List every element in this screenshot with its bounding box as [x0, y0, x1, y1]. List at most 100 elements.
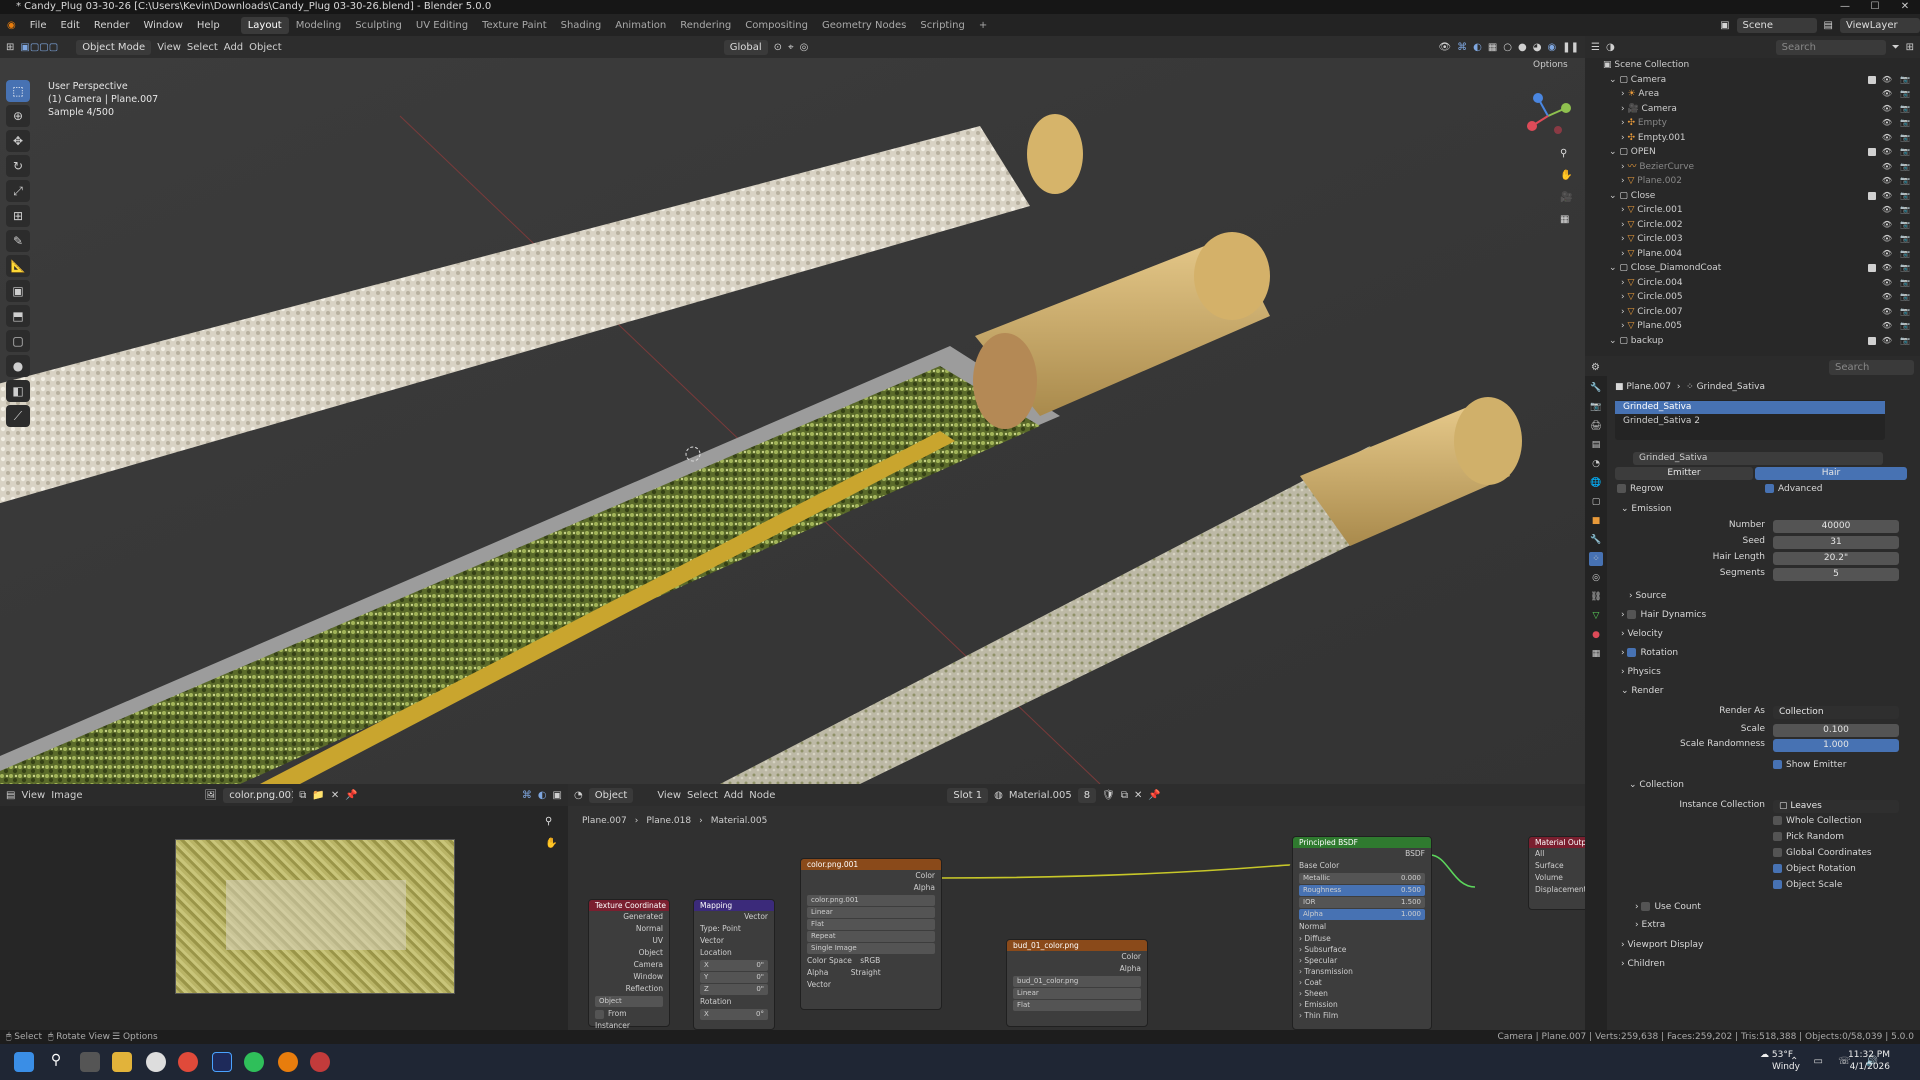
whatsapp-icon[interactable]	[244, 1052, 264, 1072]
image-name-field[interactable]: color.png.001	[223, 787, 294, 803]
outliner[interactable]: ☰ ◑ Search ⏷ ⊞ ▣ Scene Collection ⌄ ▢ Ca…	[1585, 36, 1920, 356]
windows-start-icon[interactable]	[14, 1052, 34, 1072]
render-toggle-icon[interactable]: 📷	[1900, 116, 1910, 131]
instance-collection-field[interactable]: ▢ Leaves	[1773, 800, 1899, 813]
render-as-dropdown[interactable]: Collection	[1773, 706, 1899, 719]
output-tab-icon[interactable]: 🖨	[1589, 419, 1603, 433]
expand-arrow-icon[interactable]: ⌄	[1609, 336, 1619, 346]
modifier-tab-icon[interactable]: 🔧	[1589, 533, 1603, 547]
color-tex-colorspace[interactable]: Color Space sRGB	[801, 955, 941, 967]
source-panel[interactable]: › Source	[1629, 591, 1666, 601]
from-instancer-checkbox[interactable]: From Instancer	[589, 1008, 669, 1030]
collection-tab-icon[interactable]: ▢	[1589, 495, 1603, 509]
3d-viewport[interactable]: ⊞ ▣▢▢▢ Object Mode View Select Add Objec…	[0, 36, 1585, 784]
outliner-object[interactable]: › ▽ Circle.007 👁 📷	[1585, 305, 1920, 320]
outliner-object[interactable]: › ▽ Circle.001 👁 📷	[1585, 203, 1920, 218]
collection-exclude-checkbox[interactable]	[1868, 191, 1876, 200]
bud-tex-proj[interactable]: Flat	[1013, 1000, 1141, 1011]
extrude-tool-icon[interactable]: ⬒	[6, 305, 30, 327]
bsdf-ior[interactable]: IOR 1.500	[1299, 897, 1425, 908]
blender-logo-icon[interactable]: ◉	[0, 20, 23, 31]
show-emitter-checkbox[interactable]: Show Emitter	[1773, 760, 1846, 770]
properties-editor[interactable]: ⚙ Search 🔧 📷 🖨 ▤ ◔ 🌐 ▢ ■ 🔧 ⁘ ◎ ⛓ ▽ ● ▦ ■…	[1585, 356, 1920, 1030]
velocity-panel[interactable]: › Velocity	[1621, 629, 1663, 639]
bsdf-panel-transmission[interactable]: › Transmission	[1293, 966, 1431, 977]
rotate-tool-icon[interactable]: ↻	[6, 155, 30, 177]
type-hair-button[interactable]: Hair	[1755, 467, 1907, 480]
menu-edit[interactable]: Edit	[53, 20, 86, 31]
color-tex-ext[interactable]: Repeat	[807, 931, 935, 942]
visibility-eye-icon[interactable]: 👁	[1882, 116, 1892, 131]
add-cube-tool-icon[interactable]: ▣	[6, 280, 30, 302]
world-tab-icon[interactable]: 🌐	[1589, 476, 1603, 490]
viewport-options-button[interactable]: Options	[1533, 60, 1568, 70]
node-material-output[interactable]: Material Output All Surface Volume Displ…	[1528, 836, 1585, 910]
pan-hand-icon[interactable]: ✋	[1560, 170, 1572, 181]
visibility-eye-icon[interactable]: 👁	[1882, 102, 1892, 117]
bsdf-panel-sheen[interactable]: › Sheen	[1293, 988, 1431, 999]
render-toggle-icon[interactable]: 📷	[1900, 203, 1910, 218]
workspace-tab-shading[interactable]: Shading	[554, 17, 609, 34]
loc-y[interactable]: Y 0"	[700, 972, 768, 983]
scale-tool-icon[interactable]: ⤢	[6, 180, 30, 202]
workspace-tab-sculpting[interactable]: Sculpting	[348, 17, 409, 34]
visibility-eye-icon[interactable]: 👁	[1882, 145, 1892, 160]
minimize-icon[interactable]: —	[1830, 0, 1860, 14]
node-principled-bsdf[interactable]: Principled BSDF BSDF Base Color Metallic…	[1292, 836, 1432, 1030]
chrome-icon[interactable]	[178, 1052, 198, 1072]
outliner-collection[interactable]: ⌄ ▢ Camera 👁 📷	[1585, 73, 1920, 88]
app-icon[interactable]	[310, 1052, 330, 1072]
outliner-object[interactable]: › ▽ Plane.002 👁 📷	[1585, 174, 1920, 189]
children-panel[interactable]: › Children	[1621, 959, 1665, 969]
outliner-object[interactable]: › ▽ Plane.004 👁 📷	[1585, 247, 1920, 262]
blender-icon[interactable]	[278, 1052, 298, 1072]
render-toggle-icon[interactable]: 📷	[1900, 189, 1910, 204]
smooth-tool-icon[interactable]: ●	[6, 355, 30, 377]
expand-arrow-icon[interactable]: ⌄	[1609, 147, 1619, 157]
menu-render[interactable]: Render	[87, 20, 137, 31]
properties-search[interactable]: Search	[1829, 359, 1914, 375]
collection-subpanel-header[interactable]: ⌄ Collection	[1629, 780, 1684, 790]
image-browse-icon[interactable]: 🖼	[205, 790, 218, 801]
scale-randomness-field[interactable]: 1.000	[1773, 739, 1899, 752]
scene-tab-icon[interactable]: ◔	[1589, 457, 1603, 471]
loc-z[interactable]: Z 0"	[700, 984, 768, 995]
inset-tool-icon[interactable]: ▢	[6, 330, 30, 352]
rot-x[interactable]: X 0°	[700, 1009, 768, 1020]
visibility-eye-icon[interactable]: 👁	[1882, 131, 1892, 146]
file-explorer-icon[interactable]	[112, 1052, 132, 1072]
render-toggle-icon[interactable]: 📷	[1900, 87, 1910, 102]
camera-view-icon[interactable]: 🎥	[1560, 192, 1572, 203]
color-tex-proj[interactable]: Flat	[807, 919, 935, 930]
task-view-icon[interactable]	[80, 1052, 100, 1072]
object-tab-icon[interactable]: ■	[1589, 514, 1603, 528]
outliner-collection[interactable]: ⌄ ▢ Close_DiamondCoat 👁 📷	[1585, 261, 1920, 276]
mapping-type[interactable]: Type: Point	[694, 923, 774, 935]
outliner-object[interactable]: › ✣ Empty 👁 📷	[1585, 116, 1920, 131]
physics-panel[interactable]: › Physics	[1621, 667, 1661, 677]
render-toggle-icon[interactable]: 📷	[1900, 218, 1910, 233]
scene-selector[interactable]: Scene	[1736, 17, 1817, 33]
node-image-texture-bud[interactable]: bud_01_color.png Color Alpha bud_01_colo…	[1006, 939, 1148, 1027]
image-new-icon[interactable]: ⧉	[299, 790, 306, 801]
knife-tool-icon[interactable]: ⟋	[6, 405, 30, 427]
image-unlink-icon[interactable]: ✕	[331, 790, 339, 801]
render-toggle-icon[interactable]: 📷	[1900, 334, 1910, 349]
outliner-object[interactable]: › ▽ Circle.003 👁 📷	[1585, 232, 1920, 247]
view-layer-selector[interactable]: ViewLayer	[1840, 17, 1920, 33]
ortho-grid-icon[interactable]: ▦	[1560, 214, 1569, 225]
whole-collection-checkbox[interactable]: Whole Collection	[1773, 816, 1862, 826]
image-zoom-icon[interactable]: ⚲	[545, 816, 552, 827]
particle-system-item[interactable]: Grinded_Sativa 2	[1615, 415, 1885, 428]
bsdf-metallic[interactable]: Metallic 0.000	[1299, 873, 1425, 884]
outliner-collection[interactable]: ⌄ ▢ backup 👁 📷	[1585, 334, 1920, 349]
node-texture-coordinate[interactable]: Texture Coordinate Generated Normal UV O…	[588, 899, 670, 1030]
advanced-checkbox[interactable]: Advanced	[1765, 484, 1822, 494]
viewport-display-panel[interactable]: › Viewport Display	[1621, 940, 1703, 950]
workspace-tab-texture-paint[interactable]: Texture Paint	[475, 17, 554, 34]
particle-system-item[interactable]: Grinded_Sativa	[1615, 401, 1885, 414]
shear-tool-icon[interactable]: ◧	[6, 380, 30, 402]
outliner-object[interactable]: › ▽ Circle.004 👁 📷	[1585, 276, 1920, 291]
visibility-eye-icon[interactable]: 👁	[1882, 232, 1892, 247]
data-tab-icon[interactable]: ▽	[1589, 609, 1603, 623]
